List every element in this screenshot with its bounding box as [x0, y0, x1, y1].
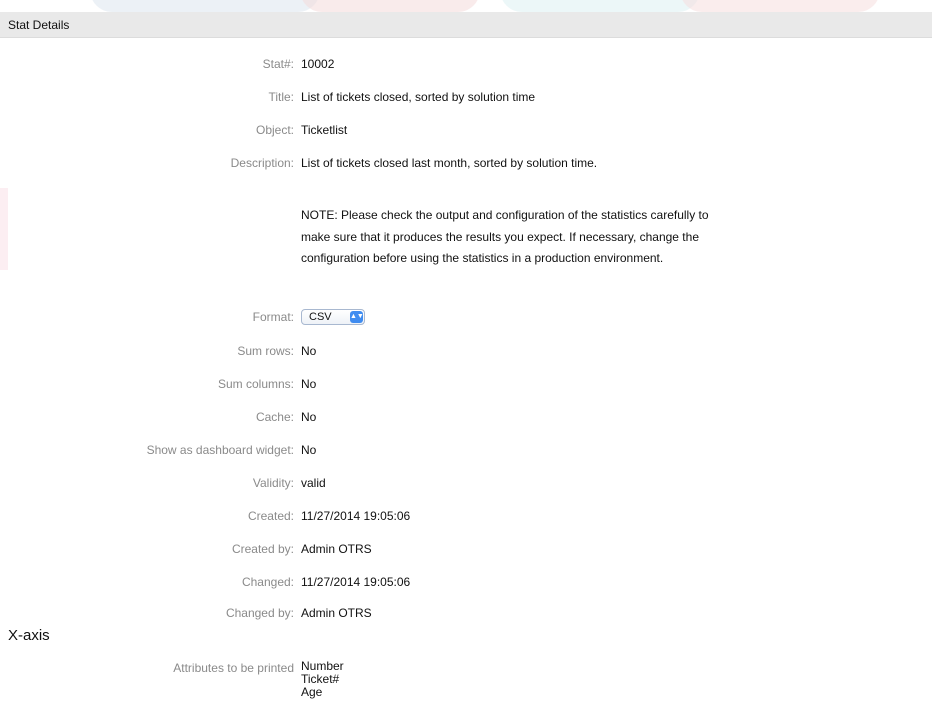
field-label: Created:: [247, 509, 294, 523]
field-sum-rows: Sum rows: No: [0, 341, 932, 361]
field-created-by: Created by: Admin OTRS: [0, 539, 932, 559]
field-label: Sum columns:: [217, 377, 294, 391]
field-label: Title:: [268, 90, 294, 104]
attribute-item: Age: [301, 685, 323, 699]
banner-segment: [300, 0, 480, 12]
xaxis-heading: X-axis: [8, 627, 50, 644]
field-object: Object: Ticketlist: [0, 120, 932, 140]
field-description: Description: List of tickets closed last…: [0, 153, 932, 173]
field-label: Changed by:: [225, 606, 294, 620]
description-note: NOTE: Please check the output and config…: [301, 208, 709, 265]
stat-details-page: Stat Details Stat#: 10002 Title: List of…: [0, 0, 932, 702]
field-label: Description:: [230, 156, 294, 170]
field-value: No: [301, 344, 317, 358]
field-changed: Changed: 11/27/2014 19:05:06: [0, 572, 932, 592]
field-label: Object:: [255, 123, 294, 137]
field-label: Changed:: [241, 575, 294, 589]
field-value: No: [301, 377, 317, 391]
field-dashboard-widget: Show as dashboard widget: No: [0, 440, 932, 460]
format-select[interactable]: CSV ▲▼: [301, 309, 365, 325]
banner-segment: [500, 0, 700, 12]
field-sum-columns: Sum columns: No: [0, 374, 932, 394]
field-value: Admin OTRS: [301, 606, 372, 620]
field-label: Stat#:: [262, 57, 294, 71]
field-value: List of tickets closed, sorted by soluti…: [301, 90, 536, 104]
field-value: Admin OTRS: [301, 542, 372, 556]
field-stat-number: Stat#: 10002: [0, 54, 932, 74]
section-title: Stat Details: [8, 18, 70, 32]
field-cache: Cache: No: [0, 407, 932, 427]
attributes-list: Number Ticket# Age: [301, 660, 344, 699]
left-edge-accent: [0, 188, 8, 270]
field-validity: Validity: valid: [0, 473, 932, 493]
field-value: 10002: [301, 57, 335, 71]
field-title: Title: List of tickets closed, sorted by…: [0, 87, 932, 107]
format-select-value: CSV: [309, 311, 332, 323]
field-value: List of tickets closed last month, sorte…: [301, 156, 598, 170]
top-banner-strip: [0, 0, 932, 12]
field-label: Cache:: [255, 410, 294, 424]
field-value: 11/27/2014 19:05:06: [301, 509, 411, 523]
select-arrows-icon: ▲▼: [350, 311, 364, 323]
field-value: 11/27/2014 19:05:06: [301, 575, 411, 589]
field-value: valid: [301, 476, 326, 490]
field-label: Show as dashboard widget:: [146, 443, 294, 457]
field-format: Format: CSV ▲▼: [0, 307, 932, 327]
field-created: Created: 11/27/2014 19:05:06: [0, 506, 932, 526]
field-label: Format:: [252, 310, 294, 324]
field-value: No: [301, 443, 317, 457]
banner-segment: [90, 0, 320, 12]
field-label: Validity:: [252, 476, 294, 490]
field-label: Created by:: [231, 542, 294, 556]
attributes-label: Attributes to be printed: [173, 661, 294, 675]
field-value: Ticketlist: [301, 123, 348, 137]
section-header: Stat Details: [0, 12, 932, 38]
field-value: No: [301, 410, 317, 424]
banner-segment: [680, 0, 880, 12]
field-label: Sum rows:: [237, 344, 294, 358]
field-changed-by: Changed by: Admin OTRS: [0, 603, 932, 623]
